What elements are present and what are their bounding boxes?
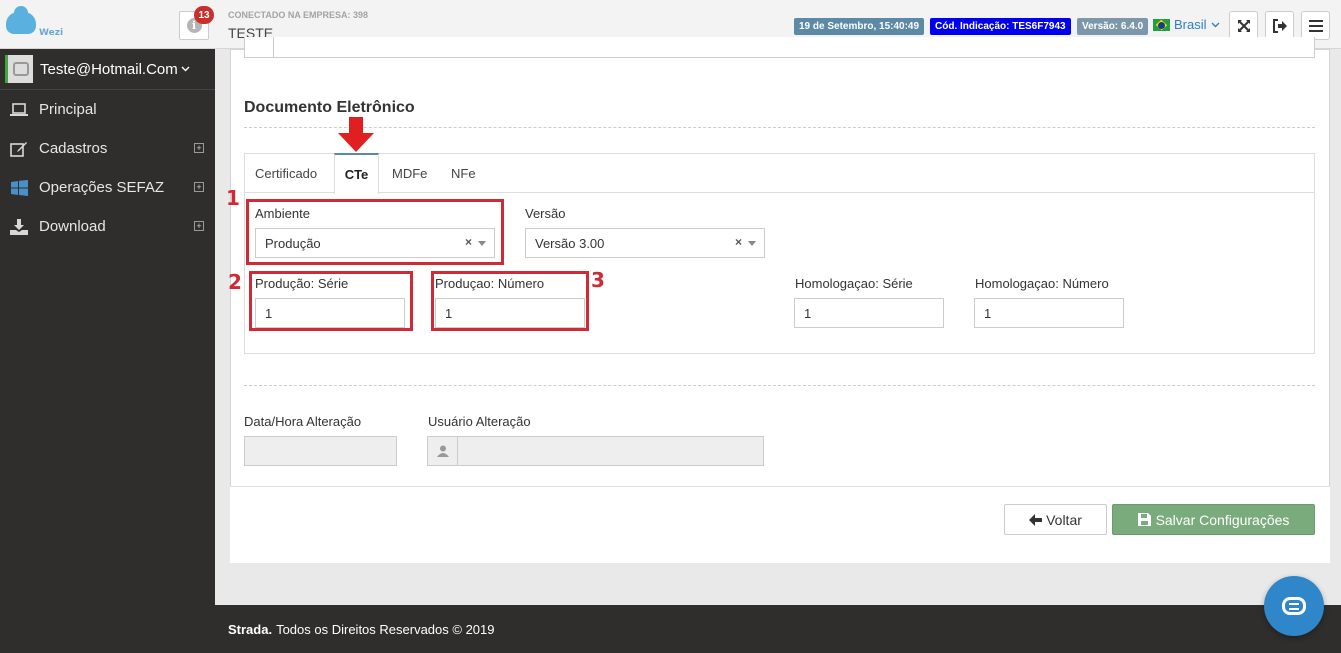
homologacao-numero-label: Homologaçao: Número <box>975 276 1109 291</box>
section-title: Documento Eletrônico <box>244 99 415 116</box>
tab-cte[interactable]: CTe <box>334 153 379 194</box>
sidebar-item-operacoes-sefaz[interactable]: Operações SEFAZ + <box>0 168 215 207</box>
expand-icon <box>1237 19 1250 32</box>
homologacao-serie-input[interactable]: 1 <box>794 298 944 328</box>
sidebar-item-label: Principal <box>39 101 97 118</box>
windows-icon <box>9 179 29 196</box>
sidebar-item-principal[interactable]: Principal <box>0 90 215 129</box>
homologacao-serie-label: Homologaçao: Série <box>795 276 913 291</box>
sidebar-item-label: Download <box>39 218 106 235</box>
edit-icon <box>9 141 29 157</box>
homologacao-serie-value: 1 <box>804 305 812 321</box>
referral-code-badge: Cód. Indicação: TES6F7943 <box>930 18 1071 35</box>
divider <box>244 127 1315 128</box>
annotation-number-2: 2 <box>228 270 242 294</box>
user-icon <box>428 437 458 465</box>
annotation-box-3 <box>431 271 589 331</box>
fullscreen-button[interactable] <box>1229 11 1258 40</box>
tab-nfe[interactable]: NFe <box>451 153 476 193</box>
usuario-alteracao-label: Usuário Alteração <box>428 414 531 429</box>
clear-icon[interactable]: × <box>735 235 742 249</box>
language-selector[interactable]: Brasil <box>1153 17 1220 32</box>
chat-bubble-icon <box>1282 597 1306 615</box>
annotation-number-1: 1 <box>226 186 240 210</box>
chevron-down-icon <box>1211 22 1220 27</box>
sidebar-item-download[interactable]: Download + <box>0 207 215 246</box>
versao-value: Versão 3.00 <box>535 235 605 251</box>
versao-select[interactable]: Versão 3.00 × <box>525 228 765 258</box>
chevron-down-icon <box>181 66 190 72</box>
divider <box>244 385 1315 386</box>
language-label: Brasil <box>1174 17 1207 32</box>
logo-text: Wezi <box>39 28 64 38</box>
sidebar: Teste@Hotmail.Com Principal Cadastros + … <box>0 49 215 653</box>
version-badge: Versão: 6.4.0 <box>1077 18 1149 35</box>
data-alteracao-input <box>244 436 397 466</box>
homologacao-numero-input[interactable]: 1 <box>974 298 1124 328</box>
connected-company-label: CONECTADO NA EMPRESA: 398 <box>228 10 369 20</box>
annotation-box-1 <box>246 199 504 265</box>
previous-field-input[interactable] <box>244 37 1315 58</box>
notifications-count-badge: 13 <box>194 6 214 24</box>
sidebar-item-cadastros[interactable]: Cadastros + <box>0 129 215 168</box>
field-addon-icon <box>245 37 274 57</box>
brazil-flag-icon <box>1153 18 1170 31</box>
back-button[interactable]: Voltar <box>1004 504 1107 535</box>
floppy-disk-icon <box>1137 513 1151 526</box>
chat-button[interactable] <box>1264 576 1324 636</box>
download-icon <box>9 218 29 235</box>
menu-button[interactable] <box>1301 11 1330 40</box>
footer-brand: Strada. <box>228 621 273 637</box>
versao-label: Versão <box>525 206 566 221</box>
annotation-box-2 <box>249 271 413 331</box>
data-alteracao-label: Data/Hora Alteração <box>244 414 362 429</box>
expand-plus-icon[interactable]: + <box>194 221 204 231</box>
usuario-alteracao-input <box>427 436 764 466</box>
save-button-label: Salvar Configurações <box>1155 511 1290 528</box>
expand-plus-icon[interactable]: + <box>194 182 204 192</box>
homologacao-numero-value: 1 <box>984 305 992 321</box>
hamburger-icon <box>1308 19 1323 32</box>
back-button-label: Voltar <box>1046 511 1082 528</box>
user-email: Teste@Hotmail.Com <box>40 60 178 78</box>
tab-certificado[interactable]: Certificado <box>255 153 317 193</box>
save-button[interactable]: Salvar Configurações <box>1112 504 1315 535</box>
user-menu[interactable]: Teste@Hotmail.Com <box>0 49 215 90</box>
tab-mdfe[interactable]: MDFe <box>392 153 427 193</box>
annotation-number-3: 3 <box>591 268 605 292</box>
app-logo[interactable]: Wezi <box>6 6 64 42</box>
laptop-icon <box>9 102 29 117</box>
sidebar-item-label: Operações SEFAZ <box>39 179 165 196</box>
cloud-logo-icon <box>6 6 36 34</box>
date-badge: 19 de Setembro, 15:40:49 <box>794 18 925 35</box>
logout-button[interactable] <box>1265 11 1294 40</box>
footer-copyright: Todos os Direitos Reservados © 2019 <box>276 621 495 637</box>
arrow-left-icon <box>1029 513 1043 526</box>
caret-down-icon <box>748 241 756 246</box>
avatar <box>5 55 33 83</box>
expand-plus-icon[interactable]: + <box>194 143 204 153</box>
red-arrow-down-icon <box>338 117 374 152</box>
sign-out-icon <box>1272 18 1287 33</box>
sidebar-item-label: Cadastros <box>39 140 108 157</box>
page-footer: Strada. Todos os Direitos Reservados © 2… <box>215 605 1341 653</box>
avatar-image-icon <box>12 62 29 76</box>
